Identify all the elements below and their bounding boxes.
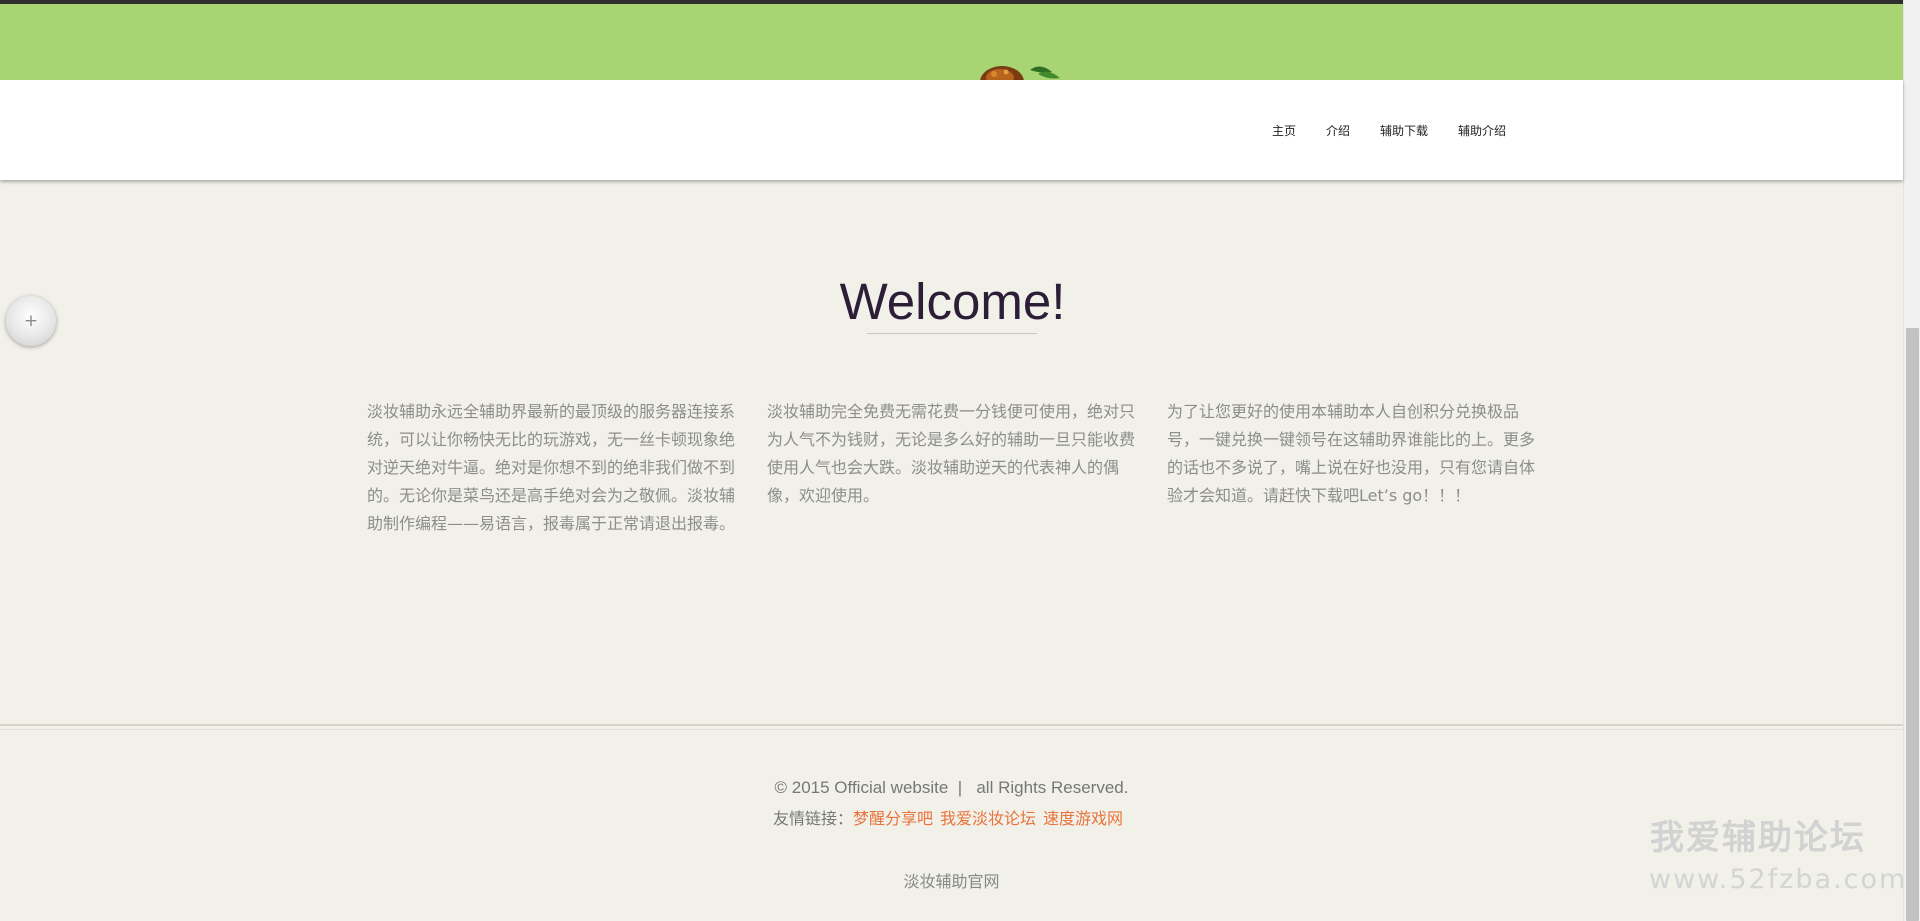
- intro-column-3: 为了让您更好的使用本辅助本人自创积分兑换极品号，一键兑换一键领号在这辅助界谁能比…: [1167, 402, 1536, 505]
- footer-divider-secondary: [0, 729, 1903, 730]
- watermark-name: 我爱辅助论坛: [1650, 818, 1866, 858]
- watermark-url: www.52fzba.com: [1649, 864, 1908, 895]
- banner: [0, 4, 1903, 80]
- welcome-heading: Welcome!: [839, 273, 1066, 330]
- friend-link-danzhuang-forum[interactable]: 我爱淡妆论坛: [940, 809, 1036, 828]
- friend-links-label: 友情链接：: [772, 809, 853, 828]
- footer-site-name: 淡妆辅助官网: [903, 872, 1000, 891]
- site-header: 主页 介绍 辅助下载 辅助介绍: [0, 80, 1903, 180]
- scrollbar-thumb[interactable]: [1906, 328, 1919, 921]
- friend-link-sudu-game[interactable]: 速度游戏网: [1043, 809, 1123, 828]
- vertical-scrollbar[interactable]: [1903, 0, 1920, 921]
- main-nav: 主页 介绍 辅助下载 辅助介绍: [1272, 122, 1536, 139]
- heading-divider: [867, 333, 1037, 334]
- floating-plus-button[interactable]: +: [6, 296, 56, 346]
- friend-link-mengxing[interactable]: 梦醒分享吧: [853, 809, 933, 828]
- nav-item-features[interactable]: 辅助介绍: [1458, 122, 1506, 139]
- copyright-text: © 2015 Official website | all Rights Res…: [774, 778, 1129, 797]
- intro-column-1: 淡妆辅助永远全辅助界最新的最顶级的服务器连接系统，可以让你畅快无比的玩游戏，无一…: [367, 402, 736, 533]
- plus-icon: +: [23, 310, 39, 331]
- nav-item-download[interactable]: 辅助下载: [1380, 122, 1428, 139]
- footer-divider: [0, 724, 1903, 726]
- friend-links: 友情链接：梦醒分享吧 我爱淡妆论坛 速度游戏网: [0, 805, 1903, 829]
- intro-column-2: 淡妆辅助完全免费无需花费一分钱便可使用，绝对只为人气不为钱财，无论是多么好的辅助…: [767, 402, 1136, 505]
- nav-item-home[interactable]: 主页: [1272, 122, 1296, 139]
- nav-item-intro[interactable]: 介绍: [1326, 122, 1350, 139]
- banner-food-image: [980, 66, 1060, 80]
